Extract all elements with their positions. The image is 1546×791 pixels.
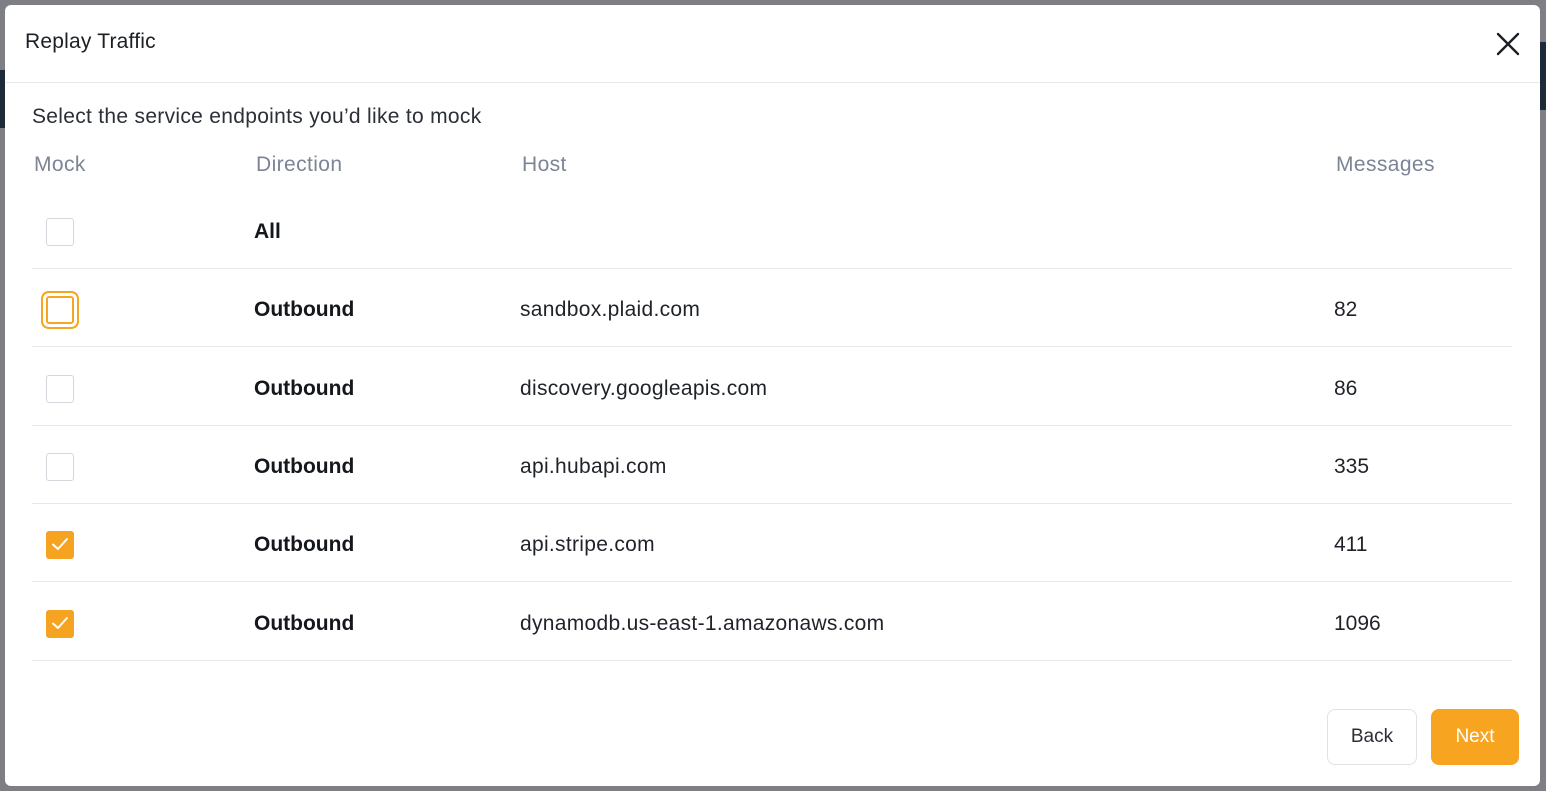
replay-traffic-modal: Replay Traffic Select the service endpoi… bbox=[5, 5, 1540, 786]
messages-cell: 411 bbox=[1334, 533, 1368, 556]
close-icon bbox=[1496, 32, 1520, 56]
table-row: Outbound dynamodb.us-east-1.amazonaws.co… bbox=[32, 582, 1512, 661]
column-header-messages: Messages bbox=[1336, 153, 1435, 176]
messages-cell: 335 bbox=[1334, 455, 1370, 478]
modal-subtitle: Select the service endpoints you’d like … bbox=[32, 105, 482, 128]
column-header-direction: Direction bbox=[256, 153, 343, 176]
direction-cell: Outbound bbox=[254, 377, 355, 400]
direction-cell: Outbound bbox=[254, 455, 355, 478]
table-row: Outbound api.hubapi.com 335 bbox=[32, 426, 1512, 504]
select-all-row: All bbox=[32, 191, 1512, 269]
checkmark-icon bbox=[52, 538, 68, 550]
close-button[interactable] bbox=[1493, 29, 1523, 59]
mock-checkbox[interactable] bbox=[46, 531, 74, 559]
modal-header: Replay Traffic bbox=[5, 5, 1540, 83]
next-button[interactable]: Next bbox=[1431, 709, 1519, 765]
direction-cell: Outbound bbox=[254, 298, 355, 321]
table-row: Outbound api.stripe.com 411 bbox=[32, 504, 1512, 582]
back-button[interactable]: Back bbox=[1327, 709, 1417, 765]
host-cell: api.hubapi.com bbox=[520, 455, 667, 478]
select-all-label: All bbox=[254, 220, 281, 243]
background-app-fragment bbox=[1540, 42, 1546, 110]
messages-cell: 86 bbox=[1334, 377, 1358, 400]
host-cell: discovery.googleapis.com bbox=[520, 377, 768, 400]
modal-title: Replay Traffic bbox=[25, 30, 156, 53]
messages-cell: 1096 bbox=[1334, 612, 1381, 635]
table-row: Outbound discovery.googleapis.com 86 bbox=[32, 347, 1512, 426]
host-cell: api.stripe.com bbox=[520, 533, 655, 556]
table-row: Outbound sandbox.plaid.com 82 bbox=[32, 269, 1512, 347]
direction-cell: Outbound bbox=[254, 533, 355, 556]
checkmark-icon bbox=[52, 617, 68, 629]
select-all-checkbox[interactable] bbox=[46, 218, 74, 246]
host-cell: sandbox.plaid.com bbox=[520, 298, 701, 321]
column-header-host: Host bbox=[522, 153, 567, 176]
messages-cell: 82 bbox=[1334, 298, 1358, 321]
column-header-mock: Mock bbox=[34, 153, 86, 176]
mock-checkbox[interactable] bbox=[46, 453, 74, 481]
mock-checkbox[interactable] bbox=[46, 610, 74, 638]
mock-checkbox[interactable] bbox=[46, 296, 74, 324]
direction-cell: Outbound bbox=[254, 612, 355, 635]
mock-checkbox[interactable] bbox=[46, 375, 74, 403]
host-cell: dynamodb.us-east-1.amazonaws.com bbox=[520, 612, 885, 635]
